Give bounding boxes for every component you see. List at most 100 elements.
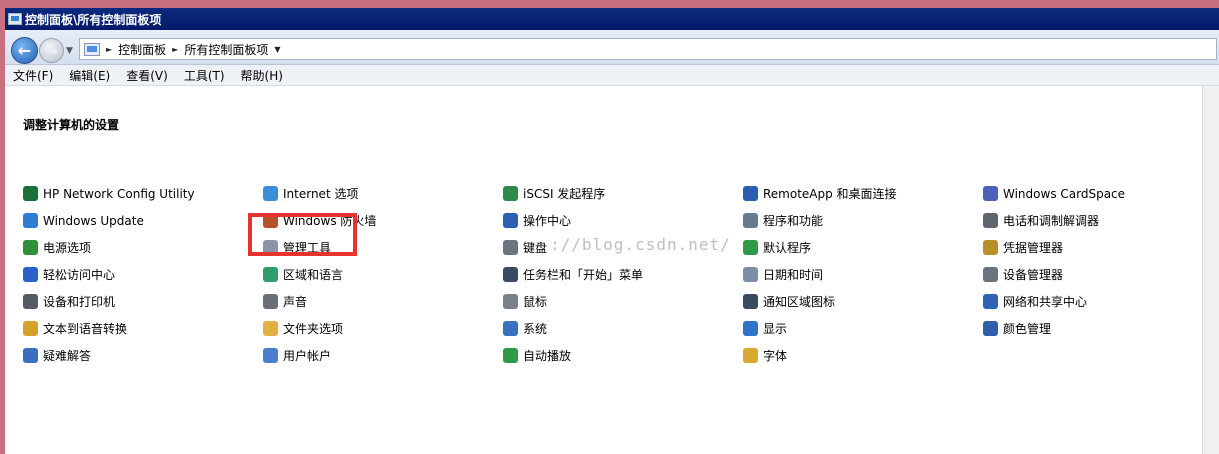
control-panel-item[interactable]: Windows Update (23, 207, 195, 234)
forward-button[interactable]: → (39, 38, 64, 63)
item-label: Windows CardSpace (1003, 186, 1126, 201)
vertical-scrollbar[interactable] (1202, 86, 1219, 454)
control-panel-item[interactable]: 自动播放 (503, 342, 643, 369)
item-label: 轻松访问中心 (43, 268, 116, 282)
item-label: 电话和调制解调器 (1003, 214, 1100, 228)
control-panel-item[interactable]: 电话和调制解调器 (983, 207, 1125, 234)
chevron-down-icon[interactable]: ▼ (274, 45, 280, 54)
mouse-icon (503, 294, 518, 309)
control-panel-items: 调整计算机的设置 HP Network Config Utility Window… (5, 86, 1219, 454)
item-label: 日期和时间 (763, 268, 824, 282)
item-label: 网络和共享中心 (1003, 295, 1088, 309)
control-panel-item[interactable]: 轻松访问中心 (23, 261, 195, 288)
taskbar-icon (503, 267, 518, 282)
item-label: 文件夹选项 (283, 322, 344, 336)
item-label: 鼠标 (523, 295, 548, 309)
chevron-right-icon[interactable]: ► (106, 45, 112, 54)
system-icon (503, 321, 518, 336)
internet-options-icon (263, 186, 278, 201)
control-panel-item[interactable]: 程序和功能 (743, 207, 897, 234)
speech-icon (23, 321, 38, 336)
region-language-icon (263, 267, 278, 282)
item-label: 设备和打印机 (43, 295, 116, 309)
control-panel-item[interactable]: HP Network Config Utility (23, 180, 195, 207)
control-panel-item[interactable]: 用户帐户 (263, 342, 376, 369)
control-panel-item[interactable]: 文本到语音转换 (23, 315, 195, 342)
control-panel-item[interactable]: 声音 (263, 288, 376, 315)
menu-edit[interactable]: 编辑(E) (61, 67, 118, 84)
control-panel-item[interactable]: iSCSI 发起程序 (503, 180, 643, 207)
item-label: Internet 选项 (283, 187, 359, 201)
cardspace-icon (983, 186, 998, 201)
control-panel-item[interactable]: 字体 (743, 342, 897, 369)
chevron-right-icon[interactable]: ► (172, 45, 178, 54)
control-panel-item[interactable]: 设备管理器 (983, 261, 1125, 288)
control-panel-item[interactable]: 疑难解答 (23, 342, 195, 369)
highlight-box (248, 213, 357, 256)
recent-pages-chevron-icon[interactable]: ▼ (66, 46, 73, 56)
remoteapp-icon (743, 186, 758, 201)
item-label: 系统 (523, 322, 548, 336)
menu-file[interactable]: 文件(F) (5, 67, 61, 84)
control-panel-item[interactable]: 通知区域图标 (743, 288, 897, 315)
item-label: Windows Update (43, 213, 144, 228)
item-label: 电源选项 (43, 241, 92, 255)
control-panel-item[interactable]: 颜色管理 (983, 315, 1125, 342)
item-label: 疑难解答 (43, 349, 92, 363)
date-time-icon (743, 267, 758, 282)
item-label: 区域和语言 (283, 268, 344, 282)
item-label: 颜色管理 (1003, 322, 1052, 336)
power-options-icon (23, 240, 38, 255)
item-label: 字体 (763, 349, 788, 363)
folder-options-icon (263, 321, 278, 336)
items-column-3: iSCSI 发起程序操作中心键盘任务栏和「开始」菜单鼠标系统自动播放 (503, 180, 643, 369)
control-panel-item[interactable]: Internet 选项 (263, 180, 376, 207)
phone-modem-icon (983, 213, 998, 228)
window-title: 控制面板\所有控制面板项 (25, 12, 162, 27)
items-column-4: RemoteApp 和桌面连接程序和功能默认程序日期和时间通知区域图标 显示字体 (743, 180, 897, 369)
menu-bar: 文件(F) 编辑(E) 查看(V) 工具(T) 帮助(H) (5, 65, 1219, 86)
sound-icon (263, 294, 278, 309)
item-label: 操作中心 (523, 214, 572, 228)
menu-tools[interactable]: 工具(T) (176, 67, 233, 84)
control-panel-item[interactable]: 区域和语言 (263, 261, 376, 288)
control-panel-item[interactable]: 文件夹选项 (263, 315, 376, 342)
item-label: 程序和功能 (763, 214, 824, 228)
control-panel-item[interactable]: 电源选项 (23, 234, 195, 261)
back-button[interactable]: ← (11, 37, 38, 64)
item-label: 声音 (283, 295, 308, 309)
item-label: 键盘 (523, 241, 548, 255)
control-panel-item[interactable]: 操作中心 (503, 207, 643, 234)
menu-view[interactable]: 查看(V) (118, 67, 176, 84)
control-panel-item[interactable]: 显示 (743, 315, 897, 342)
item-label: HP Network Config Utility (43, 186, 195, 201)
title-bar: 控制面板\所有控制面板项 (5, 8, 1219, 30)
fonts-icon (743, 348, 758, 363)
item-label: 自动播放 (523, 349, 572, 363)
menu-help[interactable]: 帮助(H) (233, 67, 291, 84)
page-title: 调整计算机的设置 (23, 118, 120, 132)
control-panel-item[interactable]: 凭据管理器 (983, 234, 1125, 261)
control-panel-item[interactable]: 设备和打印机 (23, 288, 195, 315)
watermark: ://blog.csdn.net/ (550, 235, 731, 254)
address-bar[interactable]: ► 控制面板 ► 所有控制面板项 ▼ (79, 38, 1217, 60)
control-panel-item[interactable]: Windows CardSpace (983, 180, 1125, 207)
control-panel-window: 控制面板\所有控制面板项 ← → ▼ ► 控制面板 ► 所有控制面板项 ▼ 文件… (5, 8, 1219, 454)
control-panel-item[interactable]: 任务栏和「开始」菜单 (503, 261, 643, 288)
control-panel-item[interactable]: 日期和时间 (743, 261, 897, 288)
breadcrumb-control-panel[interactable]: 控制面板 (118, 41, 166, 58)
breadcrumb-all-items[interactable]: 所有控制面板项 (184, 41, 268, 58)
item-label: 用户帐户 (283, 349, 332, 363)
control-panel-item[interactable]: RemoteApp 和桌面连接 (743, 180, 897, 207)
address-toolbar: ← → ▼ ► 控制面板 ► 所有控制面板项 ▼ (5, 30, 1219, 65)
item-label: 凭据管理器 (1003, 241, 1064, 255)
network-utility-icon (23, 186, 38, 201)
control-panel-item[interactable]: 鼠标 (503, 288, 643, 315)
control-panel-item[interactable]: 网络和共享中心 (983, 288, 1125, 315)
items-column-2: Internet 选项 Windows 防火墙 管理工具 区域和语言 声音 文件夹选项 用户… (263, 180, 376, 369)
control-panel-item[interactable]: 系统 (503, 315, 643, 342)
control-panel-icon (8, 13, 22, 25)
item-label: 设备管理器 (1003, 268, 1064, 282)
printer-icon (23, 294, 38, 309)
control-panel-item[interactable]: 默认程序 (743, 234, 897, 261)
